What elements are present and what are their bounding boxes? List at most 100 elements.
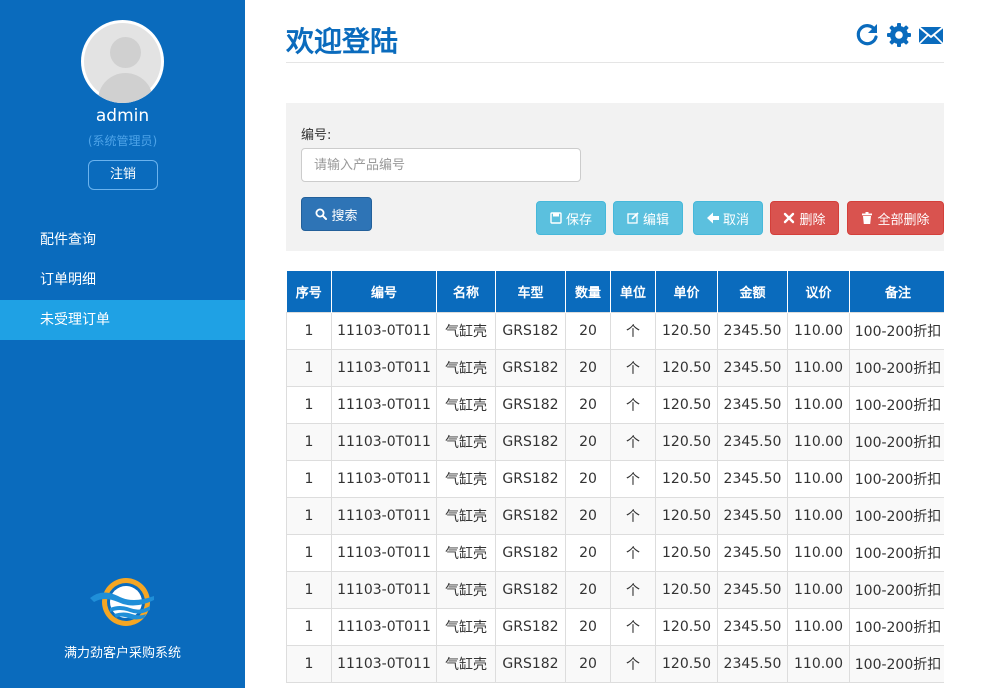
sidebar-item-unaccepted-orders[interactable]: 未受理订单 xyxy=(0,300,245,340)
table-header-row: 序号 编号 名称 车型 数量 单位 单价 金额 议价 备注 xyxy=(286,271,944,312)
orders-table: 序号 编号 名称 车型 数量 单位 单价 金额 议价 备注 1 11103-0T0… xyxy=(286,271,944,683)
table-row[interactable]: 1 11103-0T011 气缸壳 GRS182 20 个 120.50 2345.50 110… xyxy=(286,607,944,646)
user-role: (系统管理员) xyxy=(87,134,158,148)
table-row[interactable]: 1 11103-0T011 气缸壳 GRS182 20 个 120.50 2345.50 110… xyxy=(286,348,944,387)
cell-amount: 2345.50 xyxy=(717,348,788,387)
cancel-button[interactable]: 取消 xyxy=(693,201,763,235)
cell-part-number: 11103-0T011 xyxy=(331,496,437,535)
delete-all-button[interactable]: 全部删除 xyxy=(847,201,944,235)
edit-button[interactable]: 编辑 xyxy=(613,201,683,235)
search-button[interactable]: 搜索 xyxy=(301,197,372,231)
cell-unit-price: 120.50 xyxy=(655,348,718,387)
cell-index: 1 xyxy=(286,422,332,461)
cell-name: 气缸壳 xyxy=(436,533,496,572)
cell-name: 气缸壳 xyxy=(436,311,496,350)
table-row[interactable]: 1 11103-0T011 气缸壳 GRS182 20 个 120.50 2345.50 110… xyxy=(286,533,944,572)
cell-vehicle-model: GRS182 xyxy=(495,311,566,350)
cell-quantity: 20 xyxy=(565,348,611,387)
edit-button-label: 编辑 xyxy=(642,212,669,228)
avatar[interactable] xyxy=(81,20,164,103)
column-header-remarks[interactable]: 备注 xyxy=(849,271,944,312)
close-icon xyxy=(784,212,795,224)
gear-icon[interactable] xyxy=(886,22,912,48)
cell-index: 1 xyxy=(286,644,332,683)
cell-name: 气缸壳 xyxy=(436,348,496,387)
cell-quantity: 20 xyxy=(565,570,611,609)
envelope-icon[interactable] xyxy=(918,22,944,48)
table-row[interactable]: 1 11103-0T011 气缸壳 GRS182 20 个 120.50 2345.50 110… xyxy=(286,459,944,498)
cell-remarks: 100-200折扣 xyxy=(849,459,944,498)
edit-icon xyxy=(627,212,639,224)
logout-button[interactable]: 注销 xyxy=(88,160,158,190)
cell-remarks: 100-200折扣 xyxy=(849,311,944,350)
system-name: 满力劲客户采购系统 xyxy=(63,646,181,661)
trash-icon xyxy=(862,212,873,224)
refresh-icon[interactable] xyxy=(854,22,880,48)
save-icon xyxy=(550,212,562,224)
cell-remarks: 100-200折扣 xyxy=(849,607,944,646)
cell-amount: 2345.50 xyxy=(717,385,788,424)
cell-index: 1 xyxy=(286,311,332,350)
cell-unit: 个 xyxy=(610,348,656,387)
cell-part-number: 11103-0T011 xyxy=(331,385,437,424)
cell-name: 气缸壳 xyxy=(436,644,496,683)
table-row[interactable]: 1 11103-0T011 气缸壳 GRS182 20 个 120.50 2345.50 110… xyxy=(286,385,944,424)
cell-amount: 2345.50 xyxy=(717,422,788,461)
cell-part-number: 11103-0T011 xyxy=(331,533,437,572)
cell-unit-price: 120.50 xyxy=(655,385,718,424)
cell-index: 1 xyxy=(286,459,332,498)
column-header-amount[interactable]: 金额 xyxy=(717,271,788,312)
column-header-negotiated-price[interactable]: 议价 xyxy=(787,271,850,312)
cell-index: 1 xyxy=(286,496,332,535)
table-row[interactable]: 1 11103-0T011 气缸壳 GRS182 20 个 120.50 2345.50 110… xyxy=(286,422,944,461)
cell-index: 1 xyxy=(286,570,332,609)
cell-unit-price: 120.50 xyxy=(655,311,718,350)
cell-name: 气缸壳 xyxy=(436,385,496,424)
save-button[interactable]: 保存 xyxy=(536,201,606,235)
cell-negotiated-price: 110.00 xyxy=(787,422,850,461)
header-toolbar xyxy=(854,22,944,50)
cell-name: 气缸壳 xyxy=(436,459,496,498)
cell-vehicle-model: GRS182 xyxy=(495,422,566,461)
delete-button[interactable]: 删除 xyxy=(770,201,839,235)
column-header-vehicle-model[interactable]: 车型 xyxy=(495,271,566,312)
column-header-index[interactable]: 序号 xyxy=(286,271,332,312)
cell-quantity: 20 xyxy=(565,533,611,572)
title-divider xyxy=(286,62,944,63)
cell-remarks: 100-200折扣 xyxy=(849,496,944,535)
column-header-quantity[interactable]: 数量 xyxy=(565,271,611,312)
cell-amount: 2345.50 xyxy=(717,459,788,498)
table-row[interactable]: 1 11103-0T011 气缸壳 GRS182 20 个 120.50 2345.50 110… xyxy=(286,311,944,350)
cell-remarks: 100-200折扣 xyxy=(849,422,944,461)
cell-unit: 个 xyxy=(610,496,656,535)
cell-unit-price: 120.50 xyxy=(655,607,718,646)
cell-remarks: 100-200折扣 xyxy=(849,348,944,387)
username: admin xyxy=(95,106,150,126)
column-header-part-number[interactable]: 编号 xyxy=(331,271,437,312)
cell-vehicle-model: GRS182 xyxy=(495,385,566,424)
cell-vehicle-model: GRS182 xyxy=(495,533,566,572)
column-header-unit[interactable]: 单位 xyxy=(610,271,656,312)
cell-part-number: 11103-0T011 xyxy=(331,607,437,646)
cell-index: 1 xyxy=(286,607,332,646)
cell-negotiated-price: 110.00 xyxy=(787,570,850,609)
cell-vehicle-model: GRS182 xyxy=(495,570,566,609)
sidebar-item-parts-query[interactable]: 配件查询 xyxy=(0,220,245,260)
column-header-unit-price[interactable]: 单价 xyxy=(655,271,718,312)
cell-amount: 2345.50 xyxy=(717,570,788,609)
save-button-label: 保存 xyxy=(565,212,592,228)
cell-name: 气缸壳 xyxy=(436,496,496,535)
cell-remarks: 100-200折扣 xyxy=(849,385,944,424)
table-row[interactable]: 1 11103-0T011 气缸壳 GRS182 20 个 120.50 2345.50 110… xyxy=(286,644,944,683)
product-id-label: 编号: xyxy=(301,128,332,143)
sidebar-item-order-details[interactable]: 订单明细 xyxy=(0,260,245,300)
cell-negotiated-price: 110.00 xyxy=(787,496,850,535)
cell-negotiated-price: 110.00 xyxy=(787,311,850,350)
cell-negotiated-price: 110.00 xyxy=(787,644,850,683)
product-id-input[interactable] xyxy=(301,148,581,182)
column-header-name[interactable]: 名称 xyxy=(436,271,496,312)
table-row[interactable]: 1 11103-0T011 气缸壳 GRS182 20 个 120.50 2345.50 110… xyxy=(286,496,944,535)
table-row[interactable]: 1 11103-0T011 气缸壳 GRS182 20 个 120.50 2345.50 110… xyxy=(286,570,944,609)
cell-amount: 2345.50 xyxy=(717,533,788,572)
cell-vehicle-model: GRS182 xyxy=(495,644,566,683)
